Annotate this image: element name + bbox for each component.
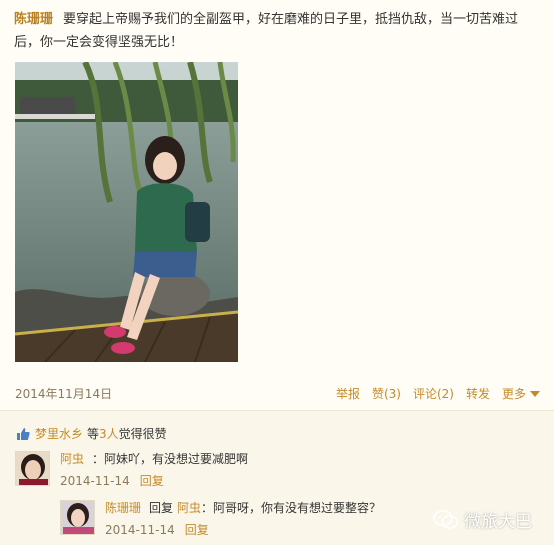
reply-button[interactable]: 回复 (140, 474, 164, 488)
likes-suffix: 觉得很赞 (118, 427, 167, 441)
comment-time: 2014-11-14 (105, 523, 175, 537)
comment-meta: 2014-11-14 回复 (105, 522, 381, 539)
report-link[interactable]: 举报 (336, 385, 360, 402)
reply-to-link[interactable]: 阿虫 (177, 501, 201, 515)
watermark-text: 微旅大巴 (464, 512, 532, 532)
avatar[interactable] (15, 451, 50, 486)
liker-link[interactable]: 梦里水乡 (35, 425, 83, 442)
post-date: 2014年11月14日 (15, 386, 113, 401)
likes-middle: 等 (87, 427, 100, 441)
post-meta: 2014年11月14日 举报 赞(3) 评论(2) 转发 更多 (15, 385, 540, 401)
comment-body: 阿虫 ：阿妹吖，有没想过要减肥啊 2014-11-14 回复 (60, 451, 248, 490)
more-menu[interactable]: 更多 (502, 385, 540, 402)
post-photo[interactable] (15, 62, 238, 362)
reply-button[interactable]: 回复 (185, 523, 209, 537)
post-content: 要穿起上帝赐予我们的全副盔甲，好在磨难的日子里，抵挡仇敌，当一切苦难过后，你一定… (14, 12, 519, 50)
comment-meta: 2014-11-14 回复 (60, 473, 248, 490)
forward-link[interactable]: 转发 (466, 385, 490, 402)
likes-count-link[interactable]: 3人 (99, 425, 119, 442)
comment-text-line: 阿虫 ：阿妹吖，有没想过要减肥啊 (60, 451, 248, 468)
caret-down-icon (530, 391, 540, 397)
wechat-icon (433, 509, 459, 529)
comment-author-link[interactable]: 阿虫 (60, 452, 84, 466)
reply-word: 回复 (149, 501, 174, 515)
thumbs-up-icon (17, 427, 30, 440)
comment-link[interactable]: 评论(2) (413, 385, 454, 402)
comment-text: ：阿妹吖，有没想过要减肥啊 (92, 452, 249, 466)
comment-author-link[interactable]: 陈珊珊 (105, 501, 141, 515)
post-actions: 举报 赞(3) 评论(2) 转发 更多 (336, 385, 540, 402)
comment-time: 2014-11-14 (60, 474, 130, 488)
post-header: 陈珊珊 要穿起上帝赐予我们的全副盔甲，好在磨难的日子里，抵挡仇敌，当一切苦难过后，… (14, 8, 540, 54)
more-label: 更多 (501, 386, 526, 401)
like-link[interactable]: 赞(3) (372, 385, 401, 402)
watermark: 微旅大巴 (433, 507, 532, 532)
likes-summary: 梦里水乡 等 3人 觉得很赞 (16, 425, 167, 442)
comment-text: ：阿哥呀，你有没有想过要整容？ (201, 501, 382, 515)
post-author-link[interactable]: 陈珊珊 (14, 12, 53, 27)
comment-body: 陈珊珊 回复 阿虫：阿哥呀，你有没有想过要整容？ 2014-11-14 回复 (105, 500, 381, 539)
comment-text-line: 陈珊珊 回复 阿虫：阿哥呀，你有没有想过要整容？ (105, 500, 381, 517)
avatar[interactable] (60, 500, 95, 535)
